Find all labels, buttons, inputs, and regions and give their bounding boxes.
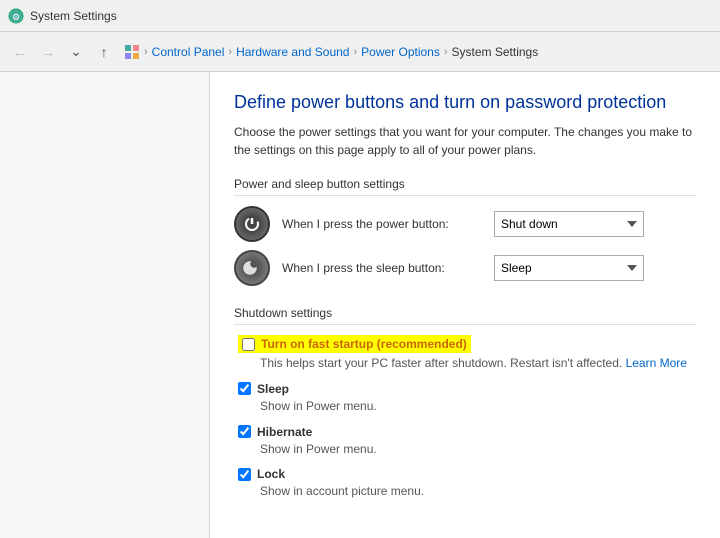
breadcrumb-system-settings: System Settings bbox=[452, 45, 539, 59]
shutdown-header: Shutdown settings bbox=[234, 306, 696, 325]
sleep-icon bbox=[234, 250, 270, 286]
power-symbol bbox=[242, 214, 262, 234]
sep-3: › bbox=[353, 46, 357, 58]
content-area: Define power buttons and turn on passwor… bbox=[210, 72, 720, 538]
sleep-description: Show in Power menu. bbox=[260, 398, 696, 415]
power-sleep-header: Power and sleep button settings bbox=[234, 177, 696, 196]
lock-row: Lock bbox=[238, 467, 696, 481]
sleep-button-label: When I press the sleep button: bbox=[282, 261, 482, 275]
learn-more-link[interactable]: Learn More bbox=[626, 356, 687, 370]
sleep-item: Sleep Show in Power menu. bbox=[234, 382, 696, 415]
power-button-label: When I press the power button: bbox=[282, 217, 482, 231]
lock-item: Lock Show in account picture menu. bbox=[234, 467, 696, 500]
breadcrumb-control-panel[interactable]: Control Panel bbox=[152, 45, 225, 59]
sleep-button-row: When I press the sleep button: Sleep Do … bbox=[234, 250, 696, 286]
page-title: Define power buttons and turn on passwor… bbox=[234, 92, 696, 113]
main-container: Define power buttons and turn on passwor… bbox=[0, 72, 720, 538]
hibernate-description: Show in Power menu. bbox=[260, 441, 696, 458]
sleep-button-select[interactable]: Sleep Do nothing Hibernate Shut down bbox=[494, 255, 644, 281]
hibernate-item: Hibernate Show in Power menu. bbox=[234, 425, 696, 458]
svg-text:⚙: ⚙ bbox=[12, 12, 20, 22]
app-icon: ⚙ bbox=[8, 8, 24, 24]
up-button[interactable]: ↑ bbox=[92, 40, 116, 64]
control-panel-icon bbox=[124, 44, 140, 60]
fast-startup-label[interactable]: Turn on fast startup (recommended) bbox=[261, 337, 467, 351]
forward-button[interactable]: → bbox=[36, 40, 60, 64]
hibernate-label[interactable]: Hibernate bbox=[257, 425, 312, 439]
power-button-row: When I press the power button: Shut down… bbox=[234, 206, 696, 242]
breadcrumb-hardware-sound[interactable]: Hardware and Sound bbox=[236, 45, 349, 59]
dropdown-button[interactable]: ⌄ bbox=[64, 40, 88, 64]
fast-startup-checkbox[interactable] bbox=[242, 338, 255, 351]
breadcrumb-power-options[interactable]: Power Options bbox=[361, 45, 440, 59]
title-bar: ⚙ System Settings bbox=[0, 0, 720, 32]
lock-label[interactable]: Lock bbox=[257, 467, 285, 481]
lock-checkbox[interactable] bbox=[238, 468, 251, 481]
hibernate-row: Hibernate bbox=[238, 425, 696, 439]
sleep-checkbox[interactable] bbox=[238, 382, 251, 395]
fast-startup-row: Turn on fast startup (recommended) bbox=[238, 335, 471, 353]
fast-startup-item: Turn on fast startup (recommended) This … bbox=[234, 335, 696, 372]
sleep-symbol bbox=[242, 258, 262, 278]
power-button-select[interactable]: Shut down Do nothing Sleep Hibernate Tur… bbox=[494, 211, 644, 237]
hibernate-checkbox[interactable] bbox=[238, 425, 251, 438]
nav-bar: ← → ⌄ ↑ › Control Panel › Hardware and S… bbox=[0, 32, 720, 72]
sep-4: › bbox=[444, 46, 448, 58]
power-sleep-section: Power and sleep button settings When I p… bbox=[234, 177, 696, 286]
lock-description: Show in account picture menu. bbox=[260, 483, 696, 500]
power-icon bbox=[234, 206, 270, 242]
breadcrumb: › Control Panel › Hardware and Sound › P… bbox=[124, 44, 538, 60]
sep-1: › bbox=[144, 46, 148, 58]
sep-2: › bbox=[228, 46, 232, 58]
sidebar bbox=[0, 72, 210, 538]
page-description: Choose the power settings that you want … bbox=[234, 123, 694, 159]
sleep-label[interactable]: Sleep bbox=[257, 382, 289, 396]
back-button[interactable]: ← bbox=[8, 40, 32, 64]
fast-startup-description: This helps start your PC faster after sh… bbox=[260, 355, 696, 372]
shutdown-section: Shutdown settings Turn on fast startup (… bbox=[234, 306, 696, 500]
sleep-row: Sleep bbox=[238, 382, 696, 396]
window-title: System Settings bbox=[30, 9, 117, 23]
